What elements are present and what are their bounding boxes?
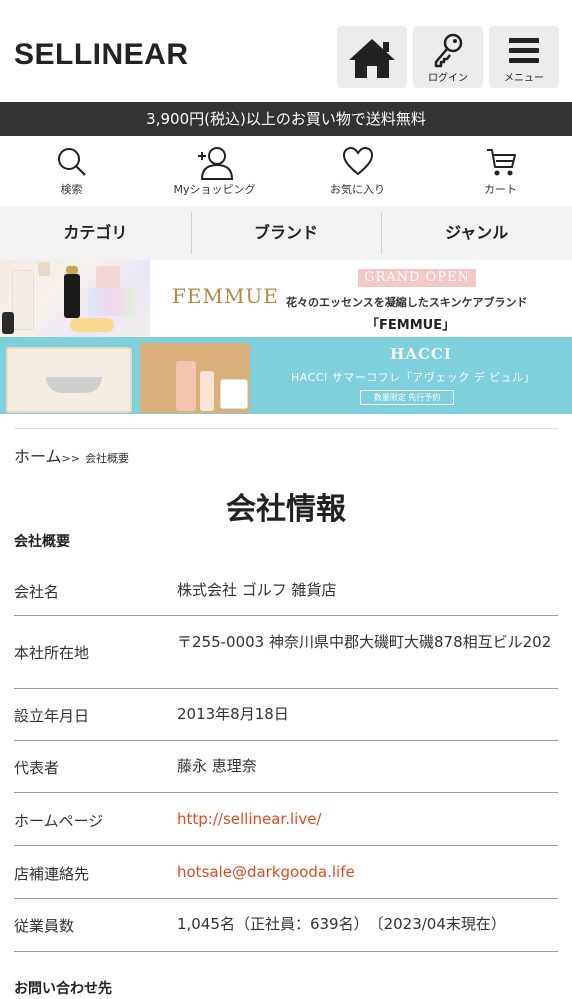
section-contact-heading: お問い合わせ先 (14, 981, 112, 997)
hamburger-icon (509, 38, 539, 63)
page-title: 会社情報 (226, 492, 346, 527)
site-logo[interactable]: SELLINEAR (14, 38, 189, 72)
login-label: ログイン (428, 73, 468, 84)
table-row: 本社所在地 〒255-0003 神奈川県中郡大磯町大磯878相互ビル202 (14, 616, 558, 689)
user-add-icon (197, 147, 233, 180)
row-value: 2013年8月18日 (177, 705, 289, 723)
table-row: 設立年月日 2013年8月18日 (14, 689, 558, 741)
femmue-brand-logo: FEMMUE (172, 284, 279, 308)
row-key: 設立年月日 (14, 707, 90, 725)
cart-icon (486, 149, 516, 176)
breadcrumb-separator: >> (61, 452, 80, 465)
breadcrumb: ホーム>> 会社概要 (14, 443, 129, 467)
row-key: 本社所在地 (14, 644, 90, 662)
homepage-link[interactable]: http://sellinear.live/ (177, 809, 558, 830)
nav-my-shopping[interactable]: Myショッピング (143, 136, 286, 206)
tab-brand[interactable]: ブランド (190, 206, 382, 260)
section-company-heading: 会社概要 (14, 534, 70, 550)
category-tabs: カテゴリ ブランド ジャンル (0, 206, 572, 260)
row-value: 藤永 恵理奈 (177, 757, 257, 775)
key-icon (434, 33, 463, 68)
home-icon (349, 39, 395, 78)
tab-category[interactable]: カテゴリ (0, 206, 191, 260)
breadcrumb-home[interactable]: ホーム (14, 447, 62, 466)
site-header: SELLINEAR ログイン メニュー (0, 0, 572, 102)
table-row: 従業員数 1,045名（正社員：639名） 〔2023/04末現在） (14, 899, 558, 952)
login-button[interactable]: ログイン (413, 26, 483, 88)
nav-search-label: 検索 (60, 183, 83, 196)
table-row: ホームページ http://sellinear.live/ (14, 793, 558, 846)
row-key: 従業員数 (14, 917, 75, 935)
row-key: 代表者 (14, 759, 60, 777)
femmue-tagline: 花々のエッセンスを凝縮したスキンケアブランド (286, 296, 528, 309)
hacci-preorder-tag: 数量限定 先行予約 (360, 390, 454, 405)
hacci-subtitle: HACCI サマーコフレ「アヴェック デ ビュル」 (291, 371, 536, 384)
tab-genre[interactable]: ジャンル (381, 206, 572, 260)
home-button[interactable] (337, 26, 407, 88)
table-row: 代表者 藤永 恵理奈 (14, 741, 558, 793)
free-shipping-notice: 3,900円(税込)以上のお買い物で送料無料 (0, 102, 572, 136)
company-info-table: 会社名 株式会社 ゴルフ 雑貨店 本社所在地 〒255-0003 神奈川県中郡大… (14, 563, 558, 952)
grand-open-badge: GRAND OPEN (358, 269, 476, 287)
divider (14, 428, 558, 429)
breadcrumb-current: 会社概要 (85, 452, 130, 465)
hacci-product-image (6, 341, 256, 413)
table-row: 会社名 株式会社 ゴルフ 雑貨店 (14, 563, 558, 616)
heart-icon (342, 146, 373, 176)
row-value: 1,045名（正社員：639名） 〔2023/04末現在） (177, 915, 506, 933)
hacci-promo-banner[interactable]: HACCI HACCI サマーコフレ「アヴェック デ ビュル」 数量限定 先行予… (0, 337, 572, 414)
row-value: 株式会社 ゴルフ 雑貨店 (177, 581, 337, 599)
menu-label: メニュー (504, 73, 544, 84)
table-row: 店補連絡先 hotsale@darkgooda.life (14, 846, 558, 899)
icon-nav: 検索 Myショッピング お気に入り カート (0, 136, 572, 206)
femmue-promo-banner[interactable]: FEMMUE GRAND OPEN 花々のエッセンスを凝縮したスキンケアブランド… (0, 260, 572, 337)
hacci-title: HACCI (390, 345, 452, 363)
row-key: 店補連絡先 (14, 865, 90, 883)
femmue-product-image (0, 260, 150, 337)
row-value: 〒255-0003 神奈川県中郡大磯町大磯878相互ビル202 (177, 633, 552, 651)
nav-cart[interactable]: カート (429, 136, 572, 206)
contact-email-link[interactable]: hotsale@darkgooda.life (177, 862, 558, 883)
nav-favorites-label: お気に入り (330, 183, 385, 196)
search-icon (57, 148, 86, 176)
nav-my-shopping-label: Myショッピング (173, 183, 256, 196)
row-key: 会社名 (14, 583, 60, 601)
femmue-name: 「FEMMUE」 (366, 318, 456, 333)
nav-favorites[interactable]: お気に入り (286, 136, 429, 206)
nav-search[interactable]: 検索 (0, 136, 143, 206)
menu-button[interactable]: メニュー (489, 26, 559, 88)
row-key: ホームページ (14, 812, 104, 830)
nav-cart-label: カート (484, 183, 517, 196)
